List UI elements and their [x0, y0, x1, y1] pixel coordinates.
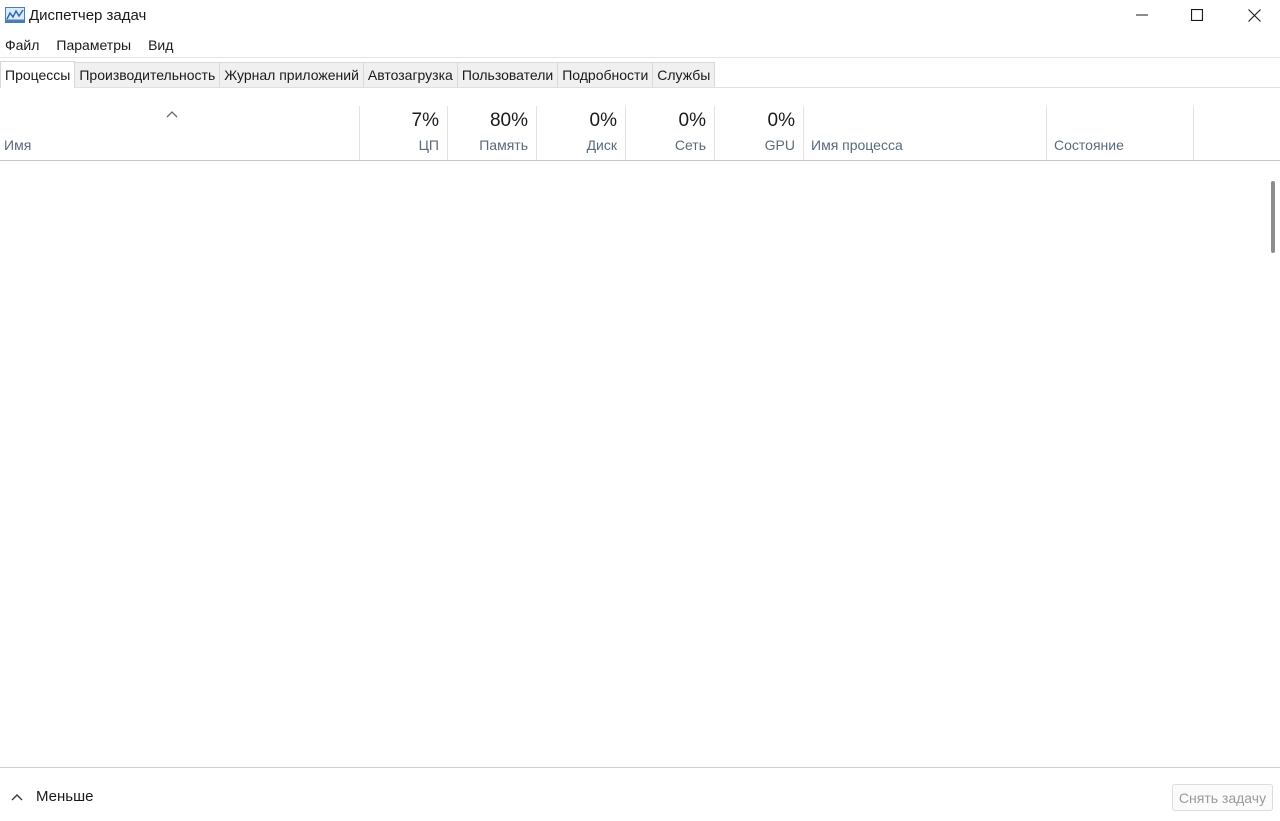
minimize-icon	[1136, 9, 1148, 21]
column-label: GPU	[764, 137, 795, 153]
column-header-memory[interactable]: 80% Память	[448, 106, 537, 160]
task-manager-window: Диспетчер задач Файл Параметры Вид Проце…	[0, 0, 1280, 821]
cpu-percent: 7%	[411, 110, 439, 131]
tab-startup[interactable]: Автозагрузка	[362, 62, 458, 88]
tab-app-history[interactable]: Журнал приложений	[219, 62, 364, 88]
gpu-percent: 0%	[767, 110, 795, 131]
column-label: Состояние	[1054, 137, 1124, 153]
tabs-divider	[0, 87, 1280, 88]
menu-file[interactable]: Файл	[5, 35, 39, 55]
column-header-name[interactable]: Имя	[0, 106, 360, 160]
column-header-cpu[interactable]: 7% ЦП	[360, 106, 448, 160]
process-list	[0, 161, 1262, 767]
title-bar: Диспетчер задач	[0, 0, 1280, 32]
maximize-icon	[1191, 9, 1203, 21]
column-headers: Имя 7% ЦП 80% Память 0% Диск 0% Сеть 0% …	[0, 106, 1280, 161]
footer-bar: Меньше Снять задачу	[0, 768, 1280, 821]
tab-services[interactable]: Службы	[652, 62, 716, 88]
network-percent: 0%	[678, 110, 706, 131]
tab-users[interactable]: Пользователи	[456, 62, 559, 88]
menu-divider	[0, 57, 1280, 58]
column-label: Сеть	[674, 137, 706, 153]
window-title: Диспетчер задач	[29, 7, 147, 24]
end-task-button[interactable]: Снять задачу	[1172, 784, 1273, 811]
column-label: Диск	[586, 137, 617, 153]
menu-bar: Файл Параметры Вид	[0, 33, 185, 57]
fewer-details-button[interactable]: Меньше	[10, 788, 93, 805]
close-icon	[1247, 8, 1261, 22]
menu-options[interactable]: Параметры	[56, 35, 131, 55]
column-label: Имя	[4, 137, 32, 153]
minimize-button[interactable]	[1116, 0, 1168, 30]
chevron-up-icon	[165, 106, 179, 118]
maximize-button[interactable]	[1171, 0, 1223, 30]
scrollbar-thumb[interactable]	[1271, 181, 1275, 253]
column-header-gpu[interactable]: 0% GPU	[715, 106, 804, 160]
vertical-scrollbar[interactable]	[1264, 161, 1280, 767]
tab-performance[interactable]: Производительность	[74, 62, 221, 88]
disk-percent: 0%	[589, 110, 617, 131]
column-label: Память	[479, 137, 528, 153]
menu-view[interactable]: Вид	[148, 35, 173, 55]
column-label: ЦП	[418, 137, 439, 153]
close-button[interactable]	[1228, 0, 1280, 30]
chevron-up-icon	[10, 792, 36, 802]
tab-bar: Процессы Производительность Журнал прило…	[0, 61, 716, 88]
fewer-details-label: Меньше	[36, 788, 94, 805]
memory-percent: 80%	[489, 110, 528, 131]
task-manager-icon	[5, 7, 25, 23]
column-header-disk[interactable]: 0% Диск	[537, 106, 626, 160]
column-header-status[interactable]: Состояние	[1047, 106, 1194, 160]
tab-processes[interactable]: Процессы	[0, 61, 76, 88]
tab-details[interactable]: Подробности	[557, 62, 654, 88]
column-label: Имя процесса	[811, 137, 903, 153]
column-header-process-name[interactable]: Имя процесса	[804, 106, 1047, 160]
column-header-network[interactable]: 0% Сеть	[626, 106, 715, 160]
